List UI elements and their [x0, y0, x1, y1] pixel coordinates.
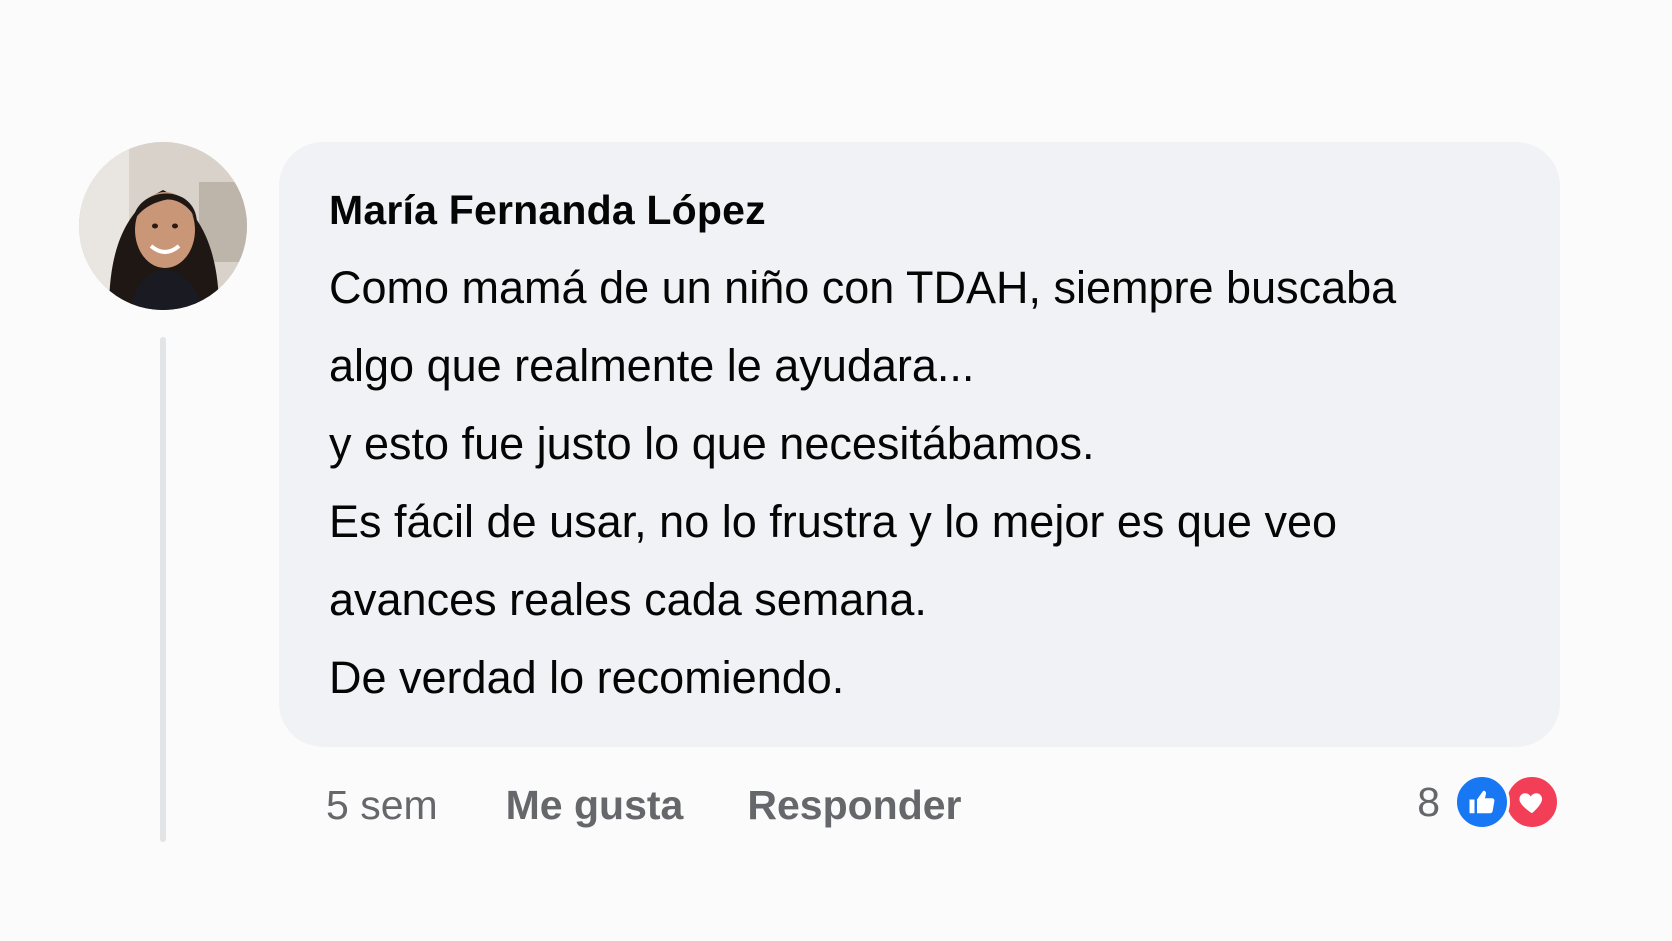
comment-line: avances reales cada semana.: [329, 574, 927, 626]
comment-thread: María Fernanda López Como mamá de un niñ…: [0, 0, 1672, 941]
comment-actions: 5 sem Me gusta Responder: [326, 775, 1026, 835]
thread-line: [160, 337, 166, 842]
comment-body: Como mamá de un niño con TDAH, siempre b…: [329, 249, 1520, 717]
avatar[interactable]: [79, 142, 247, 310]
like-button[interactable]: Me gusta: [506, 782, 684, 829]
comment-author[interactable]: María Fernanda López: [329, 186, 1520, 235]
comment-line: Como mamá de un niño con TDAH, siempre b…: [329, 262, 1397, 314]
reaction-summary[interactable]: 8: [1417, 771, 1560, 833]
comment-line: Es fácil de usar, no lo frustra y lo mej…: [329, 496, 1337, 548]
reaction-count: 8: [1417, 778, 1440, 825]
comment-bubble: María Fernanda López Como mamá de un niñ…: [279, 142, 1560, 747]
comment-timestamp[interactable]: 5 sem: [326, 782, 438, 829]
comment-line: y esto fue justo lo que necesitábamos.: [329, 418, 1095, 470]
like-icon: [1454, 774, 1510, 830]
comment-line: algo que realmente le ayudara...: [329, 340, 975, 392]
avatar-photo: [79, 142, 247, 310]
comment-line: De verdad lo recomiendo.: [329, 652, 845, 704]
love-icon: [1504, 774, 1560, 830]
reply-button[interactable]: Responder: [747, 782, 961, 829]
